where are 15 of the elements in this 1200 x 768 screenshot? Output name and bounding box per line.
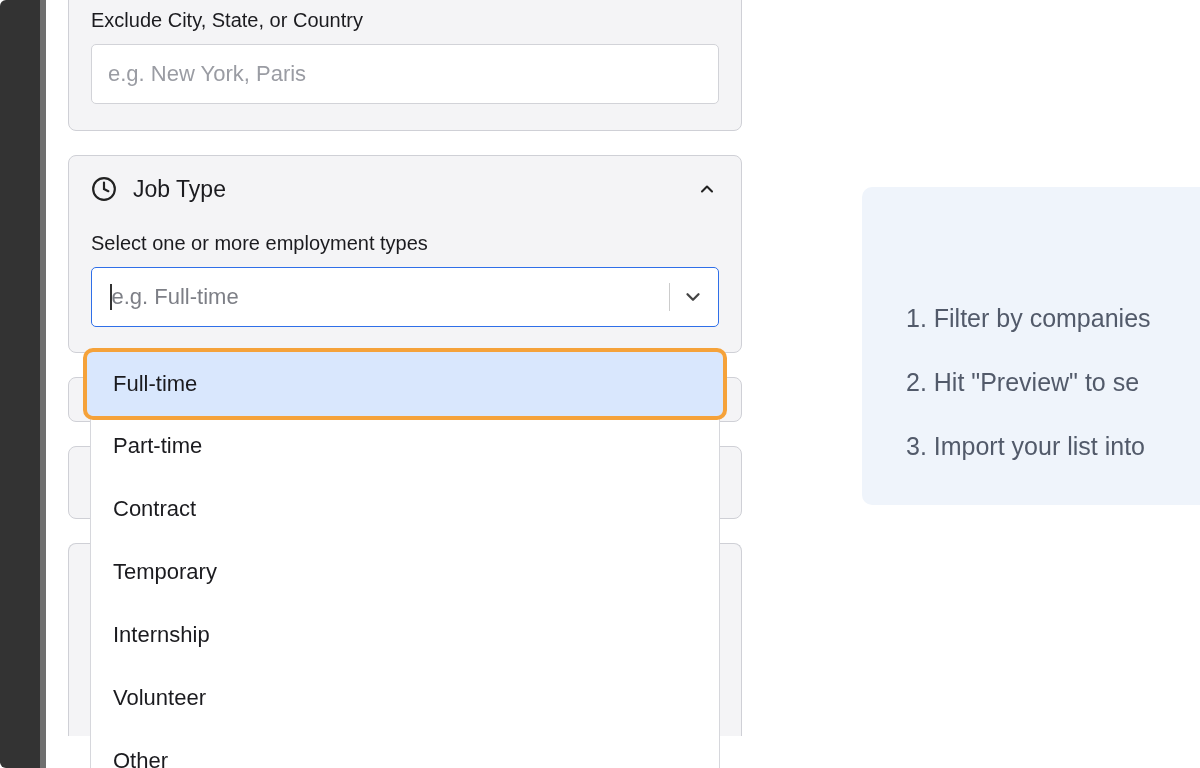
location-input[interactable]: e.g. New York, Paris — [91, 44, 719, 104]
field-label: Select one or more employment types — [91, 232, 429, 255]
job-type-select[interactable]: e.g. Full-time — [91, 267, 719, 327]
dropdown-option[interactable]: Temporary — [91, 542, 719, 605]
field-label: Exclude City, State, or Country — [91, 9, 364, 32]
instruction-step: 3. Import your list into — [906, 427, 1200, 465]
dropdown-option[interactable]: Volunteer — [91, 668, 719, 731]
instruction-step: 1. Filter by companies — [906, 299, 1200, 337]
section-title: Job Type — [133, 175, 227, 203]
dropdown-option[interactable]: Part-time — [91, 416, 719, 479]
dropdown-option[interactable]: Other — [91, 731, 719, 768]
dropdown-option[interactable]: Contract — [91, 479, 719, 542]
instruction-step: 2. Hit "Preview" to se — [906, 363, 1200, 401]
dropdown-option[interactable]: Internship — [91, 605, 719, 668]
job-type-input[interactable]: e.g. Full-time — [111, 284, 669, 310]
